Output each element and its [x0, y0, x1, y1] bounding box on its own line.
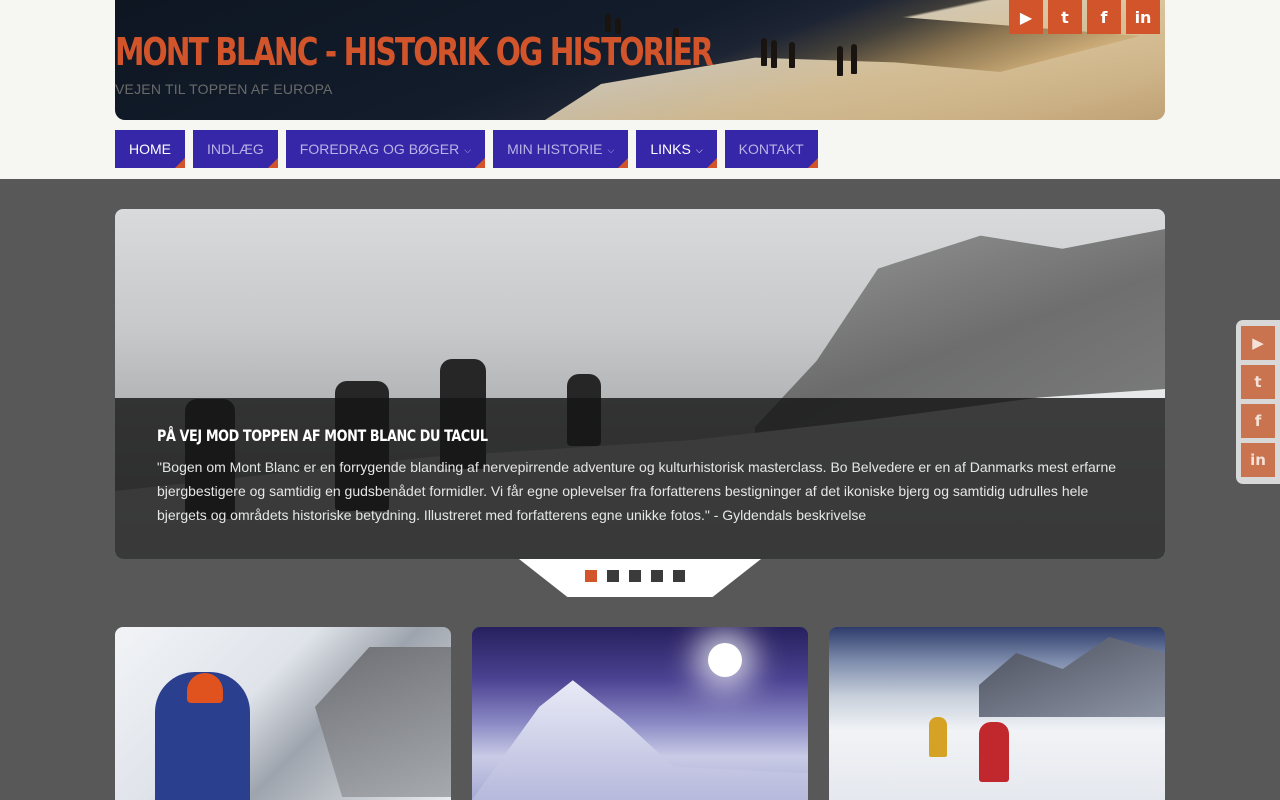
banner-climber	[851, 44, 857, 74]
slide-caption: PÅ VEJ MOD TOPPEN AF MONT BLANC DU TACUL…	[115, 398, 1165, 559]
post-card-image[interactable]	[829, 627, 1165, 800]
banner-climber	[771, 40, 777, 68]
header-banner-image: MONT BLANC - HISTORIK OG HISTORIER VEJEN…	[115, 0, 1165, 120]
hero-slider[interactable]: PÅ VEJ MOD TOPPEN AF MONT BLANC DU TACUL…	[115, 209, 1165, 559]
linkedin-icon[interactable]: in	[1241, 443, 1275, 477]
slide-dot-2[interactable]	[607, 570, 619, 582]
nav-item-indlaeg[interactable]: INDLÆG	[193, 130, 278, 168]
youtube-icon[interactable]: ▶	[1009, 0, 1043, 34]
slider-pagination	[519, 559, 761, 597]
chevron-down-icon: ⌵	[464, 144, 472, 155]
rock-shape	[979, 637, 1165, 717]
slide-dot-3[interactable]	[629, 570, 641, 582]
facebook-icon[interactable]: f	[1241, 404, 1275, 438]
twitter-icon[interactable]: t	[1048, 0, 1082, 34]
chevron-down-icon: ⌵	[607, 144, 615, 155]
linkedin-icon[interactable]: in	[1126, 0, 1160, 34]
nav-item-foredrag-og-boger[interactable]: FOREDRAG OG BØGER ⌵	[285, 130, 486, 168]
nav-item-home[interactable]: HOME	[115, 130, 185, 168]
youtube-icon[interactable]: ▶	[1241, 326, 1275, 360]
rock-shape	[315, 647, 451, 797]
social-links-side: ▶ t f in	[1236, 320, 1280, 484]
slide-dot-5[interactable]	[673, 570, 685, 582]
slide-description: "Bogen om Mont Blanc er en forrygende bl…	[157, 459, 1117, 523]
snow-peak-shape	[472, 680, 808, 800]
nav-item-links[interactable]: LINKS ⌵	[636, 130, 717, 168]
sun-shape	[708, 643, 742, 677]
slide-title: PÅ VEJ MOD TOPPEN AF MONT BLANC DU TACUL	[157, 426, 488, 445]
site-title[interactable]: MONT BLANC - HISTORIK OG HISTORIER	[115, 30, 714, 74]
post-card-image[interactable]	[115, 627, 451, 800]
climber-figure	[929, 717, 947, 757]
nav-item-kontakt[interactable]: KONTAKT	[724, 130, 818, 168]
slide-dot-4[interactable]	[651, 570, 663, 582]
helmet-shape	[187, 673, 223, 703]
banner-climber	[837, 46, 843, 76]
facebook-icon[interactable]: f	[1087, 0, 1121, 34]
main-nav: HOME INDLÆG FOREDRAG OG BØGER ⌵ MIN HISTO…	[115, 130, 818, 168]
nav-item-min-historie[interactable]: MIN HISTORIE ⌵	[493, 130, 629, 168]
banner-climber	[761, 38, 767, 66]
chevron-down-icon: ⌵	[695, 144, 703, 155]
banner-climber	[789, 42, 795, 68]
slide-dot-1[interactable]	[585, 570, 597, 582]
twitter-icon[interactable]: t	[1241, 365, 1275, 399]
climber-figure	[979, 722, 1009, 782]
post-card-image[interactable]	[472, 627, 808, 800]
site-tagline: VEJEN TIL TOPPEN AF EUROPA	[115, 81, 333, 97]
social-links-top: ▶ t f in	[1009, 0, 1160, 34]
